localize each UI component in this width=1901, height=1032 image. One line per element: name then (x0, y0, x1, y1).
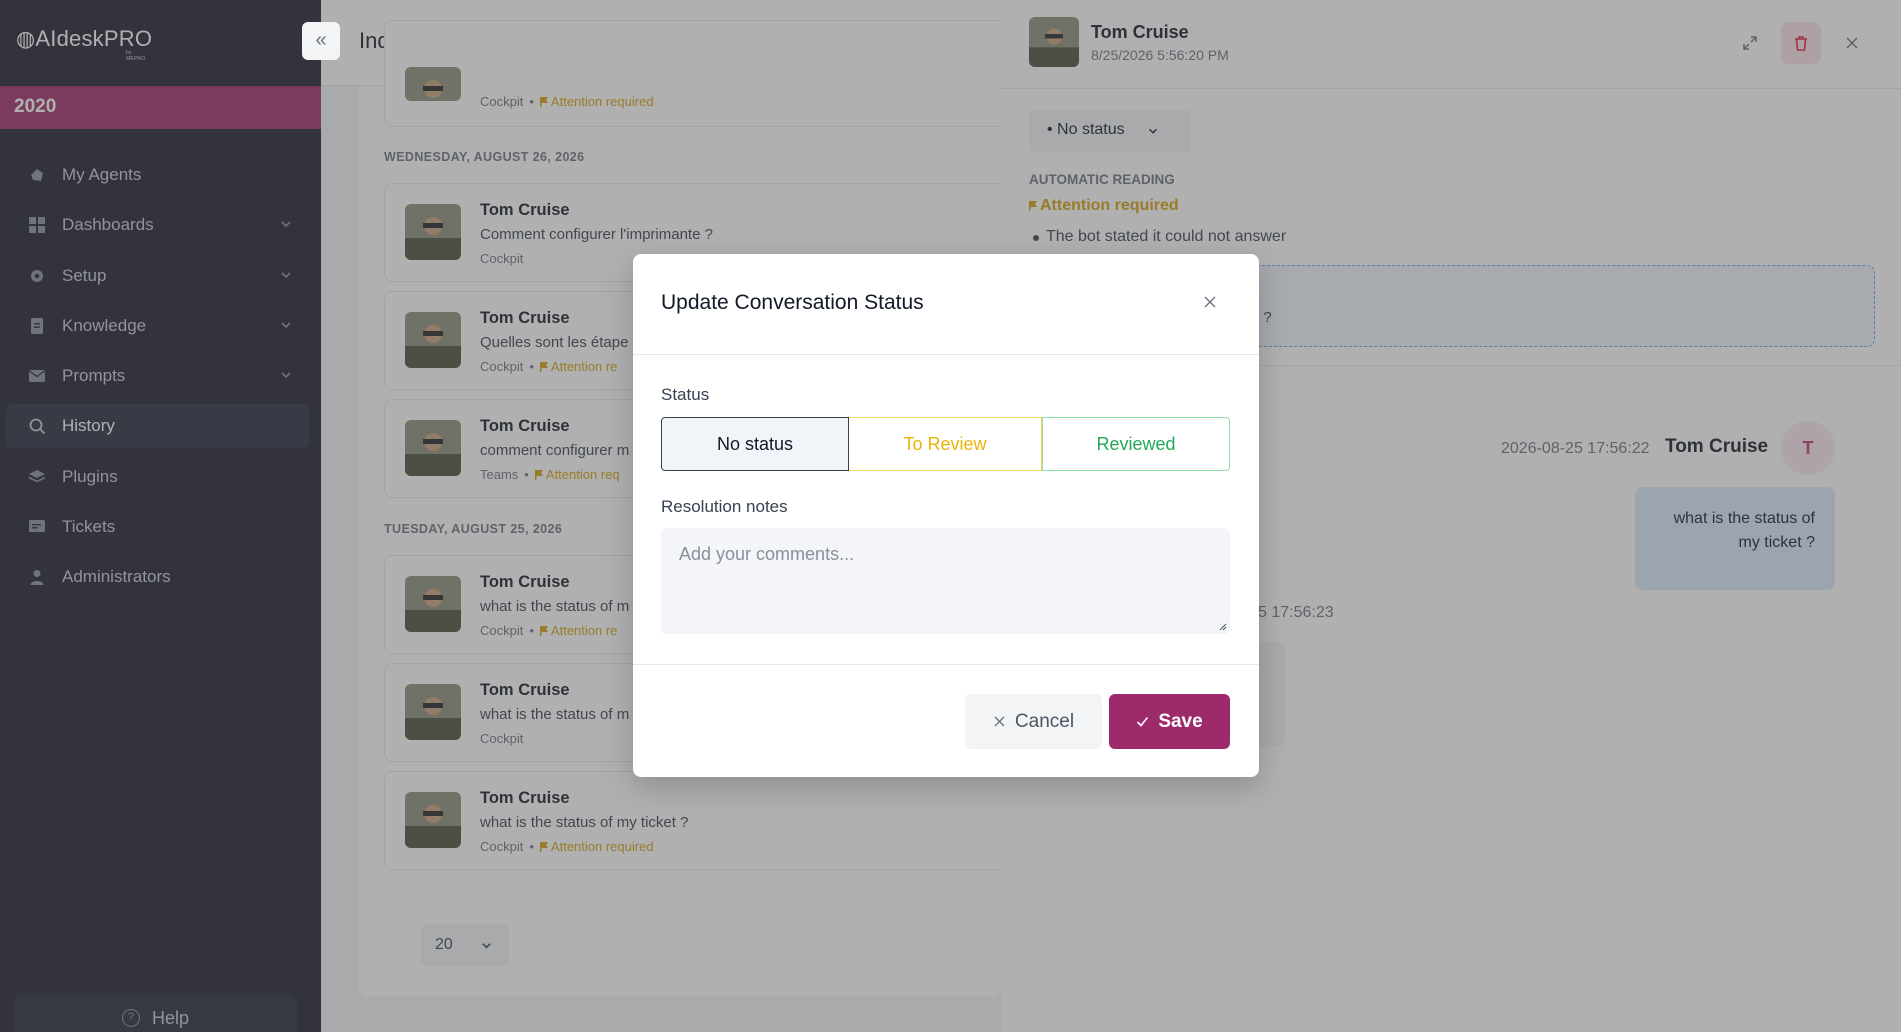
divider (633, 354, 1259, 355)
double-chevron-left-icon: « (315, 29, 327, 51)
close-icon (994, 716, 1005, 727)
close-icon (1204, 296, 1216, 308)
status-field-label: Status (661, 385, 710, 404)
divider (633, 664, 1259, 665)
status-option-to-review[interactable]: To Review (849, 417, 1042, 471)
resize-grip-icon[interactable] (1217, 621, 1227, 631)
collapse-sidebar-button[interactable]: « (302, 22, 340, 60)
modal-close-button[interactable] (1198, 290, 1222, 314)
cancel-label: Cancel (1014, 710, 1075, 732)
status-option-reviewed[interactable]: Reviewed (1042, 417, 1230, 471)
update-status-modal: Update Conversation Status Status No sta… (633, 254, 1259, 777)
save-label: Save (1158, 710, 1203, 732)
cancel-button[interactable]: Cancel (965, 694, 1102, 749)
modal-title: Update Conversation Status (661, 291, 924, 314)
status-option-no-status[interactable]: No status (661, 417, 849, 471)
check-icon (1137, 716, 1149, 727)
resolution-notes-input[interactable] (661, 528, 1230, 634)
save-button[interactable]: Save (1109, 694, 1230, 749)
status-segmented-control: No status To Review Reviewed (661, 417, 1230, 471)
resolution-notes-label: Resolution notes (661, 497, 788, 516)
